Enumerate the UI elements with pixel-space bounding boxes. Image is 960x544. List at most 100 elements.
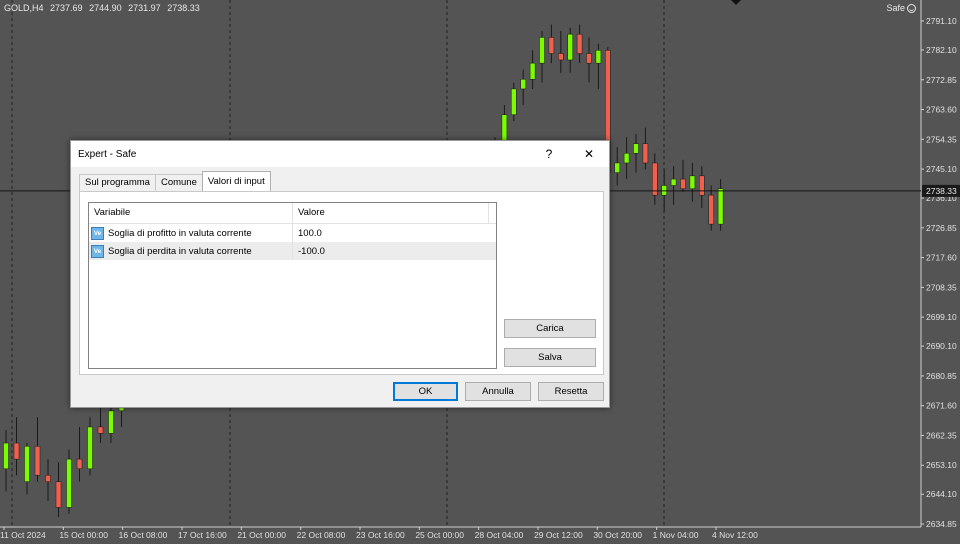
candle-body [13,442,20,460]
table-row[interactable]: Ve Soglia di profitto in valuta corrente… [89,224,496,242]
price-tick-label: 2644.10 [926,489,957,499]
ohlc-readout: GOLD,H4 2737.69 2744.90 2731.97 2738.33 [4,3,204,13]
variable-cell: Ve Soglia di perdita in valuta corrente [89,242,293,260]
variable-type-icon: Ve [91,226,104,240]
price-tick-label: 2754.35 [926,134,957,144]
candle-body [614,162,620,173]
candle-body [97,426,104,434]
candle-body [24,446,30,482]
candle-body [623,153,630,164]
time-tick-label: 21 Oct 00:00 [237,530,286,540]
close-button[interactable]: ✕ [569,141,609,167]
header-scroll-stub [488,203,496,223]
table-row[interactable]: Ve Soglia di perdita in valuta corrente … [89,242,496,260]
price-tick-label: 2745.10 [926,164,957,174]
time-tick-label: 22 Oct 08:00 [297,530,346,540]
open-value: 2737.69 [50,3,83,13]
candle-body [642,143,649,164]
candle-body [108,410,114,434]
symbol-label: GOLD,H4 [4,3,44,13]
low-value: 2731.97 [128,3,161,13]
tab-comune[interactable]: Comune [154,174,203,191]
candle-body [595,50,602,64]
candle-body [3,442,9,470]
smiley-icon [907,3,916,13]
candle-body [708,194,714,225]
candle-body [689,175,696,189]
time-tick-label: 17 Oct 16:00 [178,530,227,540]
time-tick-label: 15 Oct 00:00 [59,530,108,540]
dialog-tabs: Sul programma Comune Valori di input [79,171,271,191]
time-tick-label: 28 Oct 04:00 [475,530,524,540]
price-tick-label: 2708.35 [926,282,957,292]
ok-button[interactable]: OK [393,382,458,401]
table-header: Variabile Valore [89,203,496,224]
candle-body [66,458,72,508]
time-tick-label: 1 Nov 04:00 [653,530,699,540]
candle-body [652,162,658,196]
price-tick-label: 2699.10 [926,312,957,322]
price-tick-label: 2782.10 [926,45,957,55]
candle-body [34,446,41,476]
column-header-variable[interactable]: Variabile [89,203,293,223]
time-tick-label: 11 Oct 2024 [0,530,46,540]
candle-body [529,62,536,80]
price-tick-label: 2791.10 [926,16,957,26]
candle-body [55,481,62,508]
price-tick-label: 2763.60 [926,105,957,115]
high-value: 2744.90 [89,3,122,13]
variable-name: Soglia di profitto in valuta corrente [108,227,252,239]
current-price-label: 2738.33 [926,186,957,196]
load-button[interactable]: Carica [504,319,596,338]
tab-panel: Variabile Valore Ve Soglia di profitto i… [79,191,604,375]
time-tick-label: 4 Nov 12:00 [712,530,758,540]
candle-body [717,188,724,225]
variable-name: Soglia di perdita in valuta corrente [108,245,252,257]
candle-body [576,33,583,54]
candle-body [670,178,677,186]
candle-body [680,178,686,189]
price-tick-label: 2653.10 [926,460,957,470]
cancel-button[interactable]: Annulla [465,382,531,401]
time-tick-label: 23 Oct 16:00 [356,530,405,540]
dialog-titlebar[interactable]: Expert - Safe ? ✕ [71,141,609,167]
time-tick-label: 29 Oct 12:00 [534,530,583,540]
dialog-title: Expert - Safe [78,148,137,160]
tab-sul-programma[interactable]: Sul programma [79,174,156,191]
candle-body [661,185,667,196]
price-tick-label: 2690.10 [926,341,957,351]
expert-label: Safe [886,3,905,13]
close-value: 2738.33 [167,3,200,13]
column-header-value[interactable]: Valore [293,203,325,223]
price-tick-label: 2772.85 [926,75,957,85]
candle-body [586,53,592,64]
candle-body [633,143,639,154]
candle-body [699,175,705,196]
price-tick-label: 2662.35 [926,430,957,440]
expert-dialog: Expert - Safe ? ✕ Sul programma Comune V… [70,140,610,408]
time-tick-label: 25 Oct 00:00 [415,530,464,540]
price-tick-label: 2726.85 [926,223,957,233]
price-tick-label: 2634.85 [926,519,957,529]
price-tick-label: 2717.60 [926,253,957,263]
chart-shift-marker [731,0,741,5]
help-button[interactable]: ? [529,141,569,167]
inputs-table[interactable]: Variabile Valore Ve Soglia di profitto i… [88,202,497,369]
reset-button[interactable]: Resetta [538,382,604,401]
expert-indicator[interactable]: Safe [886,3,916,13]
price-tick-label: 2671.60 [926,401,957,411]
tab-valori-di-input[interactable]: Valori di input [201,171,271,191]
variable-cell: Ve Soglia di profitto in valuta corrente [89,224,293,242]
price-tick-label: 2680.85 [926,371,957,381]
candle-body [567,33,573,61]
candle-body [45,474,51,482]
save-button[interactable]: Salva [504,348,596,367]
value-cell[interactable]: 100.0 [293,228,322,239]
candle-body [511,88,517,115]
candle-body [539,37,545,64]
candle-body [76,458,83,470]
value-cell[interactable]: -100.0 [293,246,325,257]
candle-body [87,426,93,470]
time-tick-label: 30 Oct 20:00 [593,530,642,540]
variable-type-icon: Ve [91,244,104,258]
